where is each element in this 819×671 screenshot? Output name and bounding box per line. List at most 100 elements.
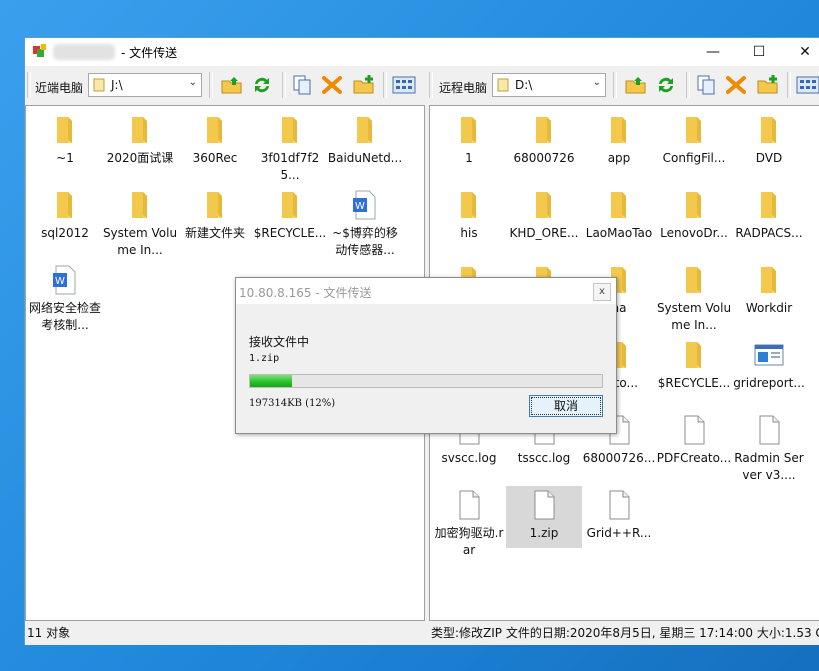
file-item[interactable]: 3f01df7f25...: [252, 111, 328, 190]
local-toolbar: 近端电脑 J:\ ⌄: [25, 69, 425, 103]
new-folder-icon[interactable]: [755, 73, 781, 97]
close-button[interactable]: ✕: [782, 38, 819, 66]
folder-icon: [282, 117, 297, 143]
maximize-button[interactable]: ☐: [736, 38, 782, 66]
file-item[interactable]: PDFCreato...: [656, 411, 732, 473]
file-item[interactable]: $RECYCLE...: [252, 186, 328, 248]
parent-folder-icon[interactable]: [219, 73, 245, 97]
file-item[interactable]: DVD: [731, 111, 807, 173]
dialog-title-bar[interactable]: 10.80.8.165 - 文件传送 x: [236, 278, 616, 304]
title-bar[interactable]: - 文件传送 — ☐ ✕: [25, 38, 819, 66]
parent-folder-icon[interactable]: [623, 73, 649, 97]
file-name: Grid++R...: [586, 526, 652, 540]
folder-icon: [536, 192, 551, 218]
progress-fill: [250, 375, 293, 387]
drive-icon: [93, 78, 105, 92]
file-icon: [534, 490, 555, 520]
file-name: his: [460, 226, 478, 240]
file-item[interactable]: 1.zip: [506, 486, 582, 548]
file-icon: [609, 490, 630, 520]
file-name: System Volume In...: [656, 301, 732, 332]
file-item[interactable]: Grid++R...: [581, 486, 657, 548]
chevron-down-icon[interactable]: ⌄: [189, 77, 197, 88]
file-name: app: [607, 151, 631, 165]
folder-icon: [686, 342, 701, 368]
local-status: 11 对象: [27, 626, 71, 640]
file-item[interactable]: $RECYCLE...: [656, 336, 732, 398]
copy-icon[interactable]: [289, 73, 315, 97]
file-item[interactable]: 1: [431, 111, 507, 173]
refresh-icon[interactable]: [653, 73, 679, 97]
toolbar-separator: [209, 72, 213, 98]
transfer-progress-text: 197314KB (12%): [249, 398, 336, 409]
file-item[interactable]: 360Rec: [177, 111, 253, 173]
file-name: LenovoDr...: [660, 226, 728, 240]
file-name: 新建文件夹: [184, 226, 245, 240]
file-name: sql2012: [41, 226, 89, 240]
file-item[interactable]: System Volume In...: [656, 261, 732, 340]
file-item[interactable]: LenovoDr...: [656, 186, 732, 248]
file-item[interactable]: gridreport...: [731, 336, 807, 398]
folder-icon: [686, 267, 701, 293]
file-item[interactable]: app: [581, 111, 657, 173]
delete-icon[interactable]: [723, 73, 749, 97]
file-name: Radmin Server v3....: [734, 451, 804, 482]
file-item[interactable]: ConfigFil...: [656, 111, 732, 173]
remote-drive-value: D:\: [515, 78, 533, 92]
file-item[interactable]: System Volume In...: [102, 186, 178, 265]
chevron-down-icon[interactable]: ⌄: [593, 77, 601, 88]
file-item[interactable]: RADPACS...: [731, 186, 807, 248]
file-name: gridreport...: [733, 376, 805, 390]
file-item[interactable]: LaoMaoTao: [581, 186, 657, 248]
remote-status: 类型:修改ZIP 文件的日期:2020年8月5日, 星期三 17:14:00 大…: [431, 626, 819, 640]
local-drive-value: J:\: [111, 78, 123, 92]
file-item[interactable]: his: [431, 186, 507, 248]
app-window-icon: [754, 344, 784, 366]
copy-icon[interactable]: [693, 73, 719, 97]
file-item[interactable]: sql2012: [27, 186, 103, 248]
remote-toolbar: 远程电脑 D:\ ⌄: [427, 69, 819, 103]
view-grid-icon[interactable]: [795, 73, 819, 97]
file-item[interactable]: W ~$博弈的移动传感器...: [327, 186, 403, 265]
word-doc-icon: W: [353, 190, 376, 220]
file-item[interactable]: BaiduNetd...: [327, 111, 403, 173]
file-item[interactable]: KHD_ORE...: [506, 186, 582, 248]
file-name: $RECYCLE...: [657, 376, 731, 390]
folder-icon: [207, 192, 222, 218]
file-item[interactable]: Workdir: [731, 261, 807, 323]
file-item[interactable]: 新建文件夹: [177, 186, 253, 248]
folder-icon: [282, 192, 297, 218]
file-item[interactable]: ~1: [27, 111, 103, 173]
file-item[interactable]: 68000726: [506, 111, 582, 173]
file-name: 360Rec: [192, 151, 238, 165]
drive-icon: [497, 78, 509, 92]
delete-icon[interactable]: [319, 73, 345, 97]
folder-icon: [461, 192, 476, 218]
local-drive-select[interactable]: J:\ ⌄: [88, 73, 202, 97]
remote-drive-select[interactable]: D:\ ⌄: [492, 73, 606, 97]
file-name: ~1: [56, 151, 74, 165]
file-name: 2020面试课: [106, 151, 174, 165]
file-name: System Volume In...: [102, 226, 178, 257]
folder-icon: [207, 117, 222, 143]
view-grid-icon[interactable]: [391, 73, 417, 97]
redacted-host-name: [53, 44, 115, 60]
toolbar-separator: [787, 72, 791, 98]
file-item[interactable]: Radmin Server v3....: [731, 411, 807, 490]
refresh-icon[interactable]: [249, 73, 275, 97]
minimize-button[interactable]: —: [690, 38, 736, 66]
toolbar-separator: [429, 72, 433, 98]
dialog-close-button[interactable]: x: [593, 283, 611, 301]
new-folder-icon[interactable]: [351, 73, 377, 97]
file-name: KHD_ORE...: [509, 226, 579, 240]
file-item[interactable]: W 网络安全检查考核制...: [27, 261, 103, 340]
file-name: DVD: [755, 151, 783, 165]
file-item[interactable]: 2020面试课: [102, 111, 178, 173]
transfer-dialog: 10.80.8.165 - 文件传送 x 接收文件中 1.zip 197314K…: [235, 277, 617, 434]
file-icon: [684, 415, 705, 445]
file-name: $RECYCLE...: [253, 226, 327, 240]
folder-icon: [57, 117, 72, 143]
file-item[interactable]: 加密狗驱动.rar: [431, 486, 507, 565]
cancel-button[interactable]: 取消: [529, 395, 603, 417]
toolbar-separator: [613, 72, 617, 98]
